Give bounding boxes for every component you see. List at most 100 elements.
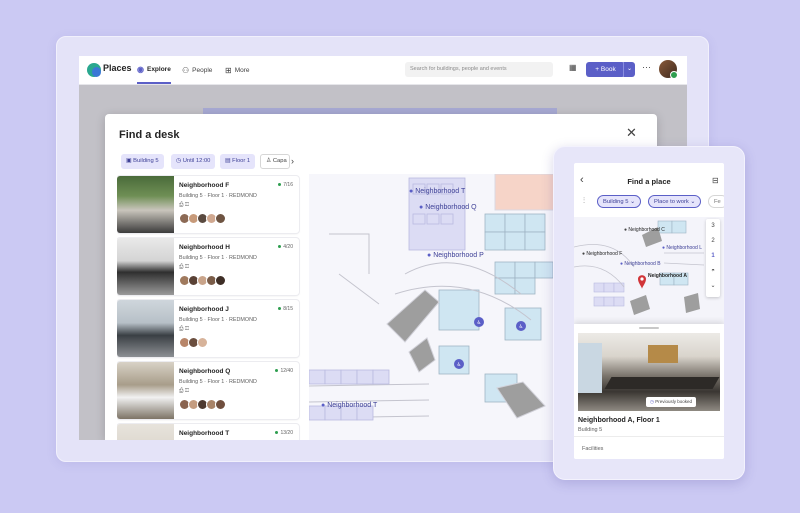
mobile-map-label-text: Neighborhood C [628, 227, 665, 233]
list-item[interactable]: Neighborhood F 7/16 Building 5 · Floor 1… [117, 176, 299, 233]
map-pin-icon: ● [582, 251, 586, 257]
nav-more-label: More [234, 66, 250, 74]
neighborhood-photo [117, 362, 174, 419]
mobile-screen: ‹ Find a place ⊟ ⫶ Building 5 ⌄ Place to… [574, 163, 724, 459]
neighborhood-photo [117, 300, 174, 357]
map-label-text: Neighborhood P [433, 252, 484, 259]
avatar[interactable] [659, 60, 678, 79]
people-avatars [179, 211, 226, 224]
book-dropdown-button[interactable]: ⌄ [623, 62, 635, 77]
top-bar: Places ◉ Explore ⚇ People ⊞ More Search … [79, 56, 687, 85]
mobile-map-label-selected[interactable]: Neighborhood A [648, 273, 687, 279]
filter-time[interactable]: ◷ Until 12:00 [171, 154, 216, 169]
floor-option[interactable]: 3 [706, 219, 720, 234]
mobile-map-svg [574, 217, 724, 324]
filter-time-label: Until 12:00 [182, 158, 211, 164]
filter-capacity[interactable]: ♙ Capa [260, 154, 290, 169]
divider [574, 436, 724, 437]
availability-count: 4/20 [278, 244, 293, 250]
map-pin-label[interactable]: ● Neighborhood T [409, 188, 465, 195]
floor-selector[interactable]: 3 2 1 ◓ ⌄ [706, 219, 720, 297]
list-item[interactable]: Neighborhood T 13/20 [117, 424, 299, 440]
floor-option-selected[interactable]: 1 [706, 249, 720, 264]
mobile-filter-building[interactable]: Building 5 ⌄ [597, 195, 641, 208]
amenity-icons: ⎙ ◫ [179, 326, 190, 332]
facilities-label: Facilities [582, 446, 604, 452]
map-pin-label[interactable]: ● Neighborhood Q [419, 204, 477, 211]
list-item[interactable]: Neighborhood J 8/15 Building 5 · Floor 1… [117, 300, 299, 357]
floor-option[interactable]: 2 [706, 234, 720, 249]
availability-count: 12/40 [275, 368, 293, 374]
mobile-map-label-text: Neighborhood B [624, 261, 661, 267]
detail-sheet: Previously booked Neighborhood A, Floor … [574, 324, 724, 459]
map-label-text: Neighborhood T [327, 402, 378, 409]
neighborhood-photo [117, 238, 174, 295]
nav-more[interactable]: ⊞ More [225, 56, 250, 84]
book-label: Book [600, 66, 616, 73]
availability-count: 7/16 [278, 182, 293, 188]
sheet-handle[interactable] [639, 327, 659, 329]
map-label-text: Neighborhood Q [425, 204, 477, 211]
clock-icon: ◷ [176, 158, 182, 164]
mobile-map-label[interactable]: ● Neighborhood B [620, 261, 661, 267]
search-input[interactable]: Search for buildings, people and events [405, 62, 553, 77]
layers-icon[interactable]: ◓ [706, 264, 720, 279]
list-item[interactable]: Neighborhood Q 12/40 Building 5 · Floor … [117, 362, 299, 419]
mobile-map-label[interactable]: ● Neighborhood C [624, 227, 665, 233]
building-icon: ▣ [126, 158, 132, 164]
mobile-map-label[interactable]: ● Neighborhood L [662, 245, 702, 251]
more-options-icon[interactable]: ··· [642, 62, 651, 72]
mobile-filter-more[interactable]: Fe [708, 195, 724, 208]
filter-floor-label: Floor 1 [232, 158, 251, 164]
people-avatars [179, 273, 226, 286]
photo-table [604, 377, 720, 389]
previously-booked-badge: Previously booked [646, 397, 696, 407]
book-button[interactable]: + Book [586, 62, 625, 77]
photo-window [578, 343, 602, 393]
mobile-map-label-text: Neighborhood L [666, 245, 703, 251]
mobile-filter-place-type[interactable]: Place to work ⌄ [648, 195, 702, 208]
svg-text:♿: ♿ [457, 362, 461, 368]
close-icon[interactable]: ✕ [626, 125, 637, 141]
photo-art [648, 345, 678, 363]
nav-explore[interactable]: ◉ Explore [137, 56, 171, 84]
chevron-right-icon[interactable]: › [291, 154, 294, 169]
floor-icon: ▤ [225, 158, 231, 164]
nav-people-label: People [192, 66, 213, 74]
neighborhood-photo [117, 424, 174, 440]
neighborhood-photo: Previously booked [578, 333, 720, 411]
map-pin-label[interactable]: ● Neighborhood P [427, 252, 484, 259]
mobile-title: Find a place [627, 177, 671, 186]
chevron-down-icon[interactable]: ⌄ [706, 279, 720, 294]
filter-building[interactable]: ▣ Building 5 [121, 154, 164, 169]
map-pin-icon: ● [427, 252, 432, 259]
neighborhood-location: Building 5 · Floor 1 · REDMOND [179, 255, 257, 261]
people-avatars [179, 397, 226, 410]
mobile-floor-map[interactable]: ● Neighborhood C ● Neighborhood L ● Neig… [574, 217, 724, 324]
neighborhood-name: Neighborhood Q [179, 368, 231, 375]
nav-people[interactable]: ⚇ People [182, 56, 212, 84]
mobile-device: ‹ Find a place ⊟ ⫶ Building 5 ⌄ Place to… [553, 146, 745, 480]
neighborhood-name: Neighborhood J [179, 306, 229, 313]
grid-view-icon[interactable]: ⊟ [712, 176, 719, 185]
map-pin-icon: ● [419, 204, 424, 211]
people-icon: ⚇ [182, 65, 190, 75]
neighborhood-photo [117, 176, 174, 233]
map-pin-icon: ● [620, 261, 624, 267]
neighborhood-location: Building 5 · Floor 1 · REDMOND [179, 193, 257, 199]
calendar-icon[interactable]: ▦ [569, 63, 577, 72]
amenity-icons: ⎙ ◫ [179, 264, 190, 270]
neighborhood-list: Neighborhood F 7/16 Building 5 · Floor 1… [117, 174, 301, 440]
map-pin-label[interactable]: ● Neighborhood T [321, 402, 377, 409]
neighborhood-location: Building 5 · Floor 1 · REDMOND [179, 317, 257, 323]
neighborhood-name: Neighborhood T [179, 430, 230, 437]
filter-floor[interactable]: ▤ Floor 1 [220, 154, 256, 169]
svg-text:♿: ♿ [519, 324, 523, 330]
list-item[interactable]: Neighborhood H 4/20 Building 5 · Floor 1… [117, 238, 299, 295]
people-avatars [179, 335, 208, 348]
filter-icon[interactable]: ⫶ [583, 196, 585, 206]
filter-building-label: Building 5 [133, 158, 159, 164]
amenity-icons: ⎙ ◫ [179, 202, 190, 208]
filter-capacity-label: Capa [272, 158, 287, 164]
mobile-map-label[interactable]: ● Neighborhood F [582, 251, 622, 257]
